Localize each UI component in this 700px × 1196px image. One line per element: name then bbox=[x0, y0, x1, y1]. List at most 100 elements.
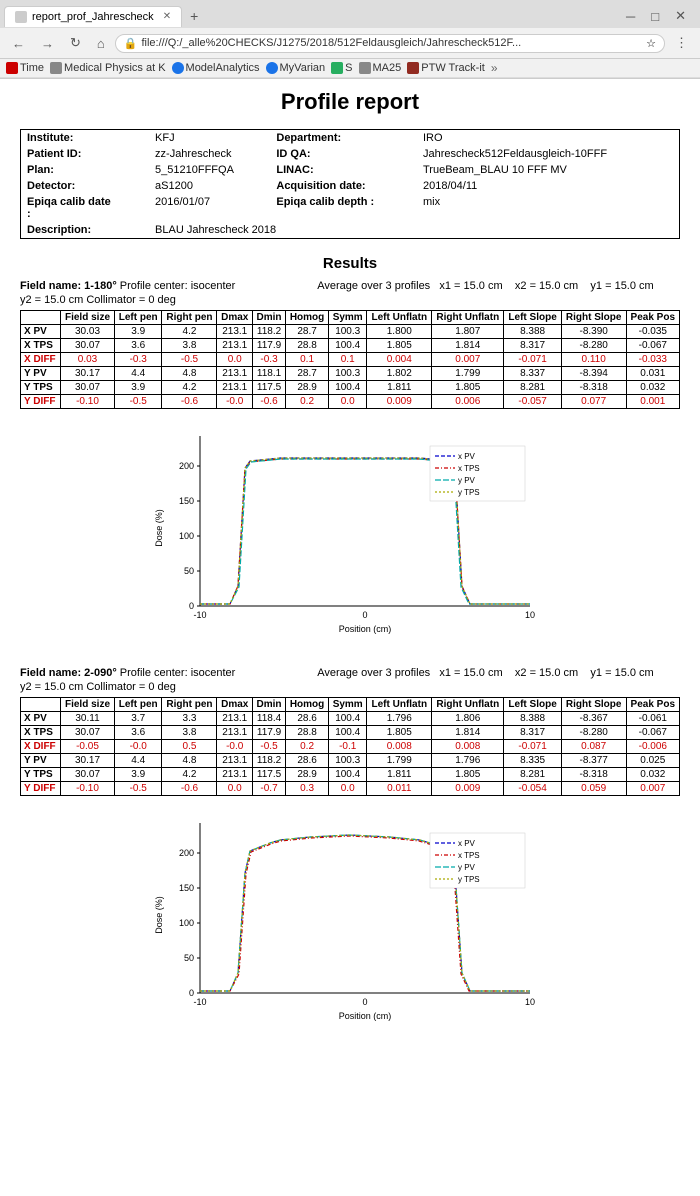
svg-text:50: 50 bbox=[184, 566, 194, 576]
svg-text:200: 200 bbox=[179, 461, 194, 471]
cell-value: 100.4 bbox=[329, 768, 367, 782]
cell-value: 30.11 bbox=[61, 712, 115, 726]
row-label: Y PV bbox=[21, 754, 61, 768]
cell-value: -0.033 bbox=[626, 353, 679, 367]
address-bar[interactable]: 🔒 file:///Q:/_alle%20CHECKS/J1275/2018/5… bbox=[115, 34, 665, 53]
forward-button[interactable]: → bbox=[35, 33, 60, 54]
cell-value: -0.5 bbox=[252, 740, 285, 754]
bookmarks-more-icon[interactable]: » bbox=[491, 61, 498, 75]
cell-value: 0.032 bbox=[626, 768, 679, 782]
cell-value: 0.2 bbox=[286, 395, 329, 409]
linac-value: TrueBeam_BLAU 10 FFF MV bbox=[417, 162, 680, 178]
reload-button[interactable]: ↻ bbox=[64, 32, 87, 54]
cell-value: -0.5 bbox=[114, 782, 162, 796]
col-header: Homog bbox=[286, 698, 329, 712]
browser-chrome: report_prof_Jahrescheck ✕ + ─ □ ✕ ← → ↻ … bbox=[0, 0, 700, 79]
cell-value: -8.318 bbox=[561, 768, 626, 782]
cell-value: 0.031 bbox=[626, 367, 679, 381]
cell-value: 100.4 bbox=[329, 339, 367, 353]
active-tab[interactable]: report_prof_Jahrescheck ✕ bbox=[4, 6, 182, 27]
cell-value: 117.5 bbox=[252, 381, 285, 395]
cell-value: 28.7 bbox=[286, 367, 329, 381]
bookmark-ma25[interactable]: MA25 bbox=[359, 62, 402, 74]
cell-value: 30.17 bbox=[61, 754, 115, 768]
home-button[interactable]: ⌂ bbox=[91, 33, 111, 54]
bookmark-ptw[interactable]: PTW Track-it bbox=[407, 62, 485, 74]
cell-value: -0.3 bbox=[252, 353, 285, 367]
field2-profile-center: Profile center: isocenter bbox=[120, 667, 236, 679]
back-button[interactable]: ← bbox=[6, 33, 31, 54]
id-qa-label: ID QA: bbox=[270, 146, 417, 162]
bookmark-time[interactable]: Time bbox=[6, 62, 44, 74]
bookmark-medical[interactable]: Medical Physics at K bbox=[50, 62, 165, 74]
cell-value: 3.6 bbox=[114, 339, 162, 353]
cell-value: -8.280 bbox=[561, 726, 626, 740]
cell-value: -0.054 bbox=[504, 782, 561, 796]
maximize-button[interactable]: □ bbox=[645, 5, 665, 27]
menu-button[interactable]: ⋮ bbox=[669, 32, 694, 54]
cell-value: -8.367 bbox=[561, 712, 626, 726]
cell-value: 0.008 bbox=[367, 740, 432, 754]
cell-value: 28.6 bbox=[286, 712, 329, 726]
cell-value: 3.9 bbox=[114, 325, 162, 339]
cell-value: 4.8 bbox=[162, 754, 217, 768]
cell-value: -0.071 bbox=[504, 740, 561, 754]
tab-close-button[interactable]: ✕ bbox=[163, 11, 171, 22]
cell-value: 213.1 bbox=[217, 754, 252, 768]
col-header: Peak Pos bbox=[626, 698, 679, 712]
plan-value: 5_51210FFFQA bbox=[149, 162, 270, 178]
cell-value: 8.388 bbox=[504, 325, 561, 339]
cell-value: 1.805 bbox=[367, 339, 432, 353]
new-tab-button[interactable]: + bbox=[182, 4, 206, 28]
bookmark-myvarian[interactable]: MyVarian bbox=[266, 62, 326, 74]
cell-value: 0.077 bbox=[561, 395, 626, 409]
cell-value: -0.5 bbox=[114, 395, 162, 409]
cell-value: 8.281 bbox=[504, 768, 561, 782]
svg-text:x TPS: x TPS bbox=[458, 464, 480, 473]
page-title: Profile report bbox=[20, 89, 680, 115]
cell-value: 0.007 bbox=[432, 353, 504, 367]
cell-value: 213.1 bbox=[217, 726, 252, 740]
cell-value: 4.2 bbox=[162, 381, 217, 395]
cell-value: 213.1 bbox=[217, 367, 252, 381]
cell-value: -8.390 bbox=[561, 325, 626, 339]
cell-value: 1.811 bbox=[367, 381, 432, 395]
cell-value: 28.8 bbox=[286, 339, 329, 353]
col-header: Right pen bbox=[162, 311, 217, 325]
cell-value: 30.07 bbox=[61, 339, 115, 353]
bookmark-modelanalytics[interactable]: ModelAnalytics bbox=[172, 62, 260, 74]
svg-text:y PV: y PV bbox=[458, 863, 476, 872]
bookmarks-bar: Time Medical Physics at K ModelAnalytics… bbox=[0, 59, 700, 78]
minimize-button[interactable]: ─ bbox=[620, 5, 641, 27]
cell-value: 1.799 bbox=[367, 754, 432, 768]
cell-value: 30.03 bbox=[61, 325, 115, 339]
row-label: Y TPS bbox=[21, 381, 61, 395]
cell-value: 118.4 bbox=[252, 712, 285, 726]
cell-value: 4.2 bbox=[162, 325, 217, 339]
cell-value: 213.1 bbox=[217, 339, 252, 353]
field2-x1: x1 = 15.0 cm bbox=[439, 667, 502, 679]
cell-value: 0.009 bbox=[432, 782, 504, 796]
svg-text:y TPS: y TPS bbox=[458, 488, 480, 497]
epiqa-calib-date-label: Epiqa calib date: bbox=[21, 194, 150, 222]
tab-favicon bbox=[15, 11, 27, 23]
bookmark-s[interactable]: S bbox=[331, 62, 352, 74]
svg-text:y PV: y PV bbox=[458, 476, 476, 485]
table-row: X DIFF-0.05-0.00.5-0.0-0.50.2-0.10.0080.… bbox=[21, 740, 680, 754]
svg-text:150: 150 bbox=[179, 496, 194, 506]
cell-value: 3.3 bbox=[162, 712, 217, 726]
cell-value: 0.3 bbox=[286, 782, 329, 796]
cell-value: 117.5 bbox=[252, 768, 285, 782]
bookmark-star-icon[interactable]: ☆ bbox=[646, 37, 656, 50]
row-label: X PV bbox=[21, 712, 61, 726]
row-label: Y PV bbox=[21, 367, 61, 381]
cell-value: 100.4 bbox=[329, 712, 367, 726]
col-header: Symm bbox=[329, 311, 367, 325]
cell-value: 28.9 bbox=[286, 768, 329, 782]
cell-value: -0.6 bbox=[162, 782, 217, 796]
close-button[interactable]: ✕ bbox=[669, 5, 692, 27]
cell-value: 0.110 bbox=[561, 353, 626, 367]
cell-value: 4.8 bbox=[162, 367, 217, 381]
cell-value: 4.2 bbox=[162, 768, 217, 782]
svg-text:10: 10 bbox=[525, 997, 535, 1007]
